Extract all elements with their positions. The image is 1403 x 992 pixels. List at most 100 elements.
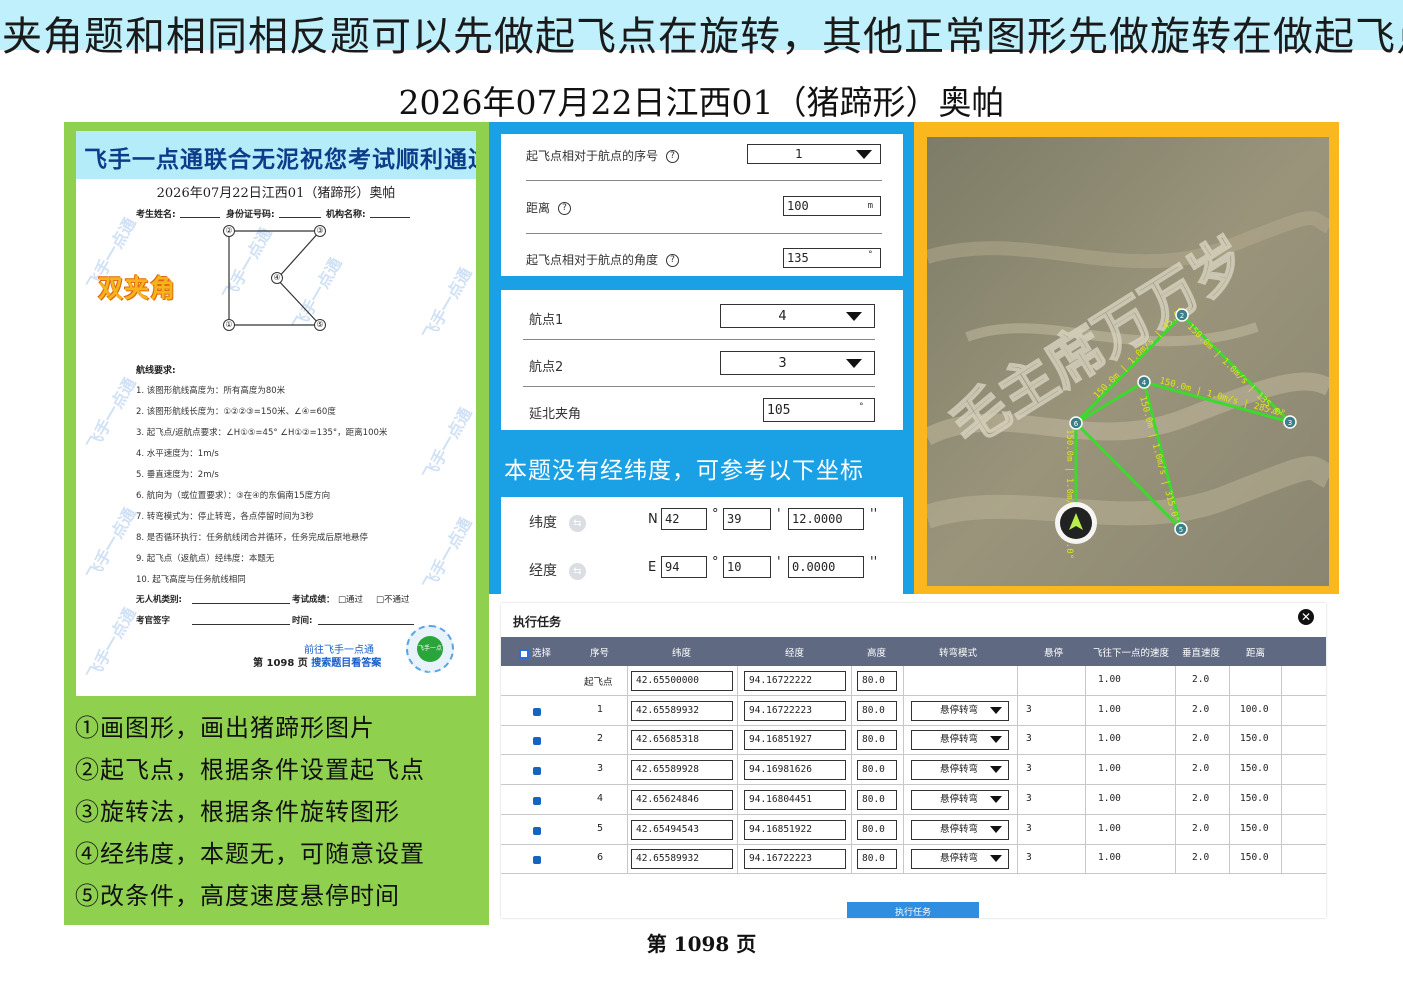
- checkbox-icon[interactable]: [519, 648, 529, 659]
- close-icon[interactable]: ✕: [1298, 609, 1314, 625]
- help-icon[interactable]: ?: [666, 150, 680, 163]
- longitude-input[interactable]: 94.16851927: [744, 730, 846, 751]
- altitude-input[interactable]: 80.0: [857, 760, 897, 781]
- row-select-checkbox[interactable]: [533, 707, 541, 716]
- latitude-input[interactable]: 42.65589928: [631, 760, 733, 781]
- vspeed-value[interactable]: 2.0: [1192, 733, 1209, 744]
- table-row[interactable]: 5 42.65494543 94.16851922 80.0 悬停转弯 3 1.00 2.0 1…: [501, 814, 1326, 845]
- lat-minutes-input[interactable]: 39: [723, 508, 771, 530]
- waypoint-marker[interactable]: 5: [1174, 522, 1188, 536]
- vspeed-value[interactable]: 2.0: [1192, 852, 1209, 863]
- point-1: ①: [223, 319, 235, 331]
- altitude-input[interactable]: 80.0: [857, 819, 897, 840]
- distance-value[interactable]: 100.0: [1240, 704, 1269, 715]
- hspeed-value[interactable]: 1.00: [1098, 733, 1121, 744]
- hspeed-value[interactable]: 1.00: [1098, 852, 1121, 863]
- hspeed-value[interactable]: 1.00: [1098, 704, 1121, 715]
- requirement-item: 4. 水平速度为：1m/s: [136, 449, 219, 459]
- vspeed-value[interactable]: 2.0: [1192, 704, 1209, 715]
- altitude-input[interactable]: 80.0: [857, 849, 897, 870]
- lon-minutes-input[interactable]: 10: [723, 556, 771, 578]
- waypoint2-select[interactable]: 3: [720, 351, 875, 375]
- lon-seconds-input[interactable]: 0.0000: [788, 556, 864, 578]
- lat-seconds-input[interactable]: 12.0000: [788, 508, 864, 530]
- table-row[interactable]: 起飞点 42.65500000 94.16722222 80.0 1.00 2.0: [501, 666, 1326, 696]
- altitude-input[interactable]: 80.0: [857, 789, 897, 810]
- waypoint-marker[interactable]: 6: [1069, 416, 1083, 430]
- table-row[interactable]: 3 42.65589928 94.16981626 80.0 悬停转弯 3 1.00 2.0 1…: [501, 755, 1326, 786]
- home-point-icon[interactable]: [1055, 502, 1097, 544]
- table-row[interactable]: 4 42.65624846 94.16804451 80.0 悬停转弯 3 1.00 2.0 1…: [501, 784, 1326, 815]
- distance-value[interactable]: 150.0: [1240, 733, 1269, 744]
- latitude-input[interactable]: 42.65500000: [631, 671, 733, 691]
- row-seq: 1: [597, 703, 604, 715]
- column-separator: [851, 695, 852, 726]
- turn-mode-select[interactable]: 悬停转弯: [911, 730, 1009, 751]
- row-select-checkbox[interactable]: [533, 767, 541, 776]
- hover-value[interactable]: 3: [1026, 793, 1032, 804]
- distance-input[interactable]: 100 m: [783, 196, 881, 216]
- lon-degrees-input[interactable]: 94: [661, 556, 707, 578]
- satellite-map[interactable]: 毛主席万万岁 150.0m | 1.0m/s | 45.0° 150.0m | …: [927, 137, 1329, 586]
- latitude-input[interactable]: 42.65624846: [631, 789, 733, 810]
- latitude-input[interactable]: 42.65589932: [631, 700, 733, 721]
- help-icon[interactable]: ?: [558, 202, 572, 215]
- table-row[interactable]: 6 42.65589932 94.16722223 80.0 悬停转弯 3 1.00 2.0 1…: [501, 844, 1326, 875]
- altitude-input[interactable]: 80.0: [857, 700, 897, 721]
- altitude-input[interactable]: 80.0: [857, 671, 897, 691]
- row-select-checkbox[interactable]: [533, 856, 541, 865]
- longitude-input[interactable]: 94.16722223: [744, 849, 846, 870]
- distance-value[interactable]: 150.0: [1240, 793, 1269, 804]
- waypoint1-select[interactable]: 4: [720, 304, 875, 328]
- hover-value[interactable]: 3: [1026, 704, 1032, 715]
- turn-mode-select[interactable]: 悬停转弯: [911, 789, 1009, 810]
- column-separator: [851, 725, 852, 756]
- turn-mode-select[interactable]: 悬停转弯: [911, 700, 1009, 721]
- vspeed-value[interactable]: 2.0: [1192, 793, 1209, 804]
- turn-mode-select[interactable]: 悬停转弯: [911, 819, 1009, 840]
- vspeed-value[interactable]: 2.0: [1192, 674, 1209, 685]
- vspeed-value[interactable]: 2.0: [1192, 763, 1209, 774]
- takeoff-seq-select[interactable]: 1: [747, 144, 881, 164]
- turn-mode-select[interactable]: 悬停转弯: [911, 760, 1009, 781]
- hspeed-value[interactable]: 1.00: [1098, 823, 1121, 834]
- table-row[interactable]: 2 42.65685318 94.16851927 80.0 悬停转弯 3 1.00 2.0 1…: [501, 725, 1326, 756]
- row-select-checkbox[interactable]: [533, 737, 541, 746]
- north-angle-input[interactable]: 105 °: [763, 398, 875, 422]
- distance-value[interactable]: 150.0: [1240, 763, 1269, 774]
- waypoint-marker[interactable]: 4: [1137, 375, 1151, 389]
- swap-icon[interactable]: ⇆: [569, 562, 586, 580]
- hspeed-value[interactable]: 1.00: [1098, 674, 1121, 685]
- execute-task-button[interactable]: 执行任务: [847, 902, 979, 918]
- waypoint-marker[interactable]: 2: [1175, 308, 1189, 322]
- table-row[interactable]: 1 42.65589932 94.16722223 80.0 悬停转弯 3 1.00 2.0 1…: [501, 695, 1326, 726]
- altitude-input[interactable]: 80.0: [857, 730, 897, 751]
- longitude-input[interactable]: 94.16981626: [744, 760, 846, 781]
- waypoint-marker[interactable]: 3: [1283, 415, 1297, 429]
- row-select-checkbox[interactable]: [533, 826, 541, 835]
- watermark: 飞手一点通: [419, 514, 476, 594]
- latitude-input[interactable]: 42.65589932: [631, 849, 733, 870]
- hover-value[interactable]: 3: [1026, 763, 1032, 774]
- distance-value[interactable]: 150.0: [1240, 823, 1269, 834]
- turn-mode-select[interactable]: 悬停转弯: [911, 849, 1009, 870]
- vspeed-value[interactable]: 2.0: [1192, 823, 1209, 834]
- longitude-input[interactable]: 94.16851922: [744, 819, 846, 840]
- row-select-checkbox[interactable]: [533, 796, 541, 805]
- hspeed-value[interactable]: 1.00: [1098, 793, 1121, 804]
- help-icon[interactable]: ?: [666, 254, 680, 267]
- longitude-input[interactable]: 94.16722222: [744, 671, 846, 691]
- latitude-input[interactable]: 42.65685318: [631, 730, 733, 751]
- latitude-input[interactable]: 42.65494543: [631, 819, 733, 840]
- hspeed-value[interactable]: 1.00: [1098, 763, 1121, 774]
- longitude-input[interactable]: 94.16722223: [744, 700, 846, 721]
- takeoff-angle-input[interactable]: 135 °: [783, 248, 881, 268]
- hover-value[interactable]: 3: [1026, 823, 1032, 834]
- swap-icon[interactable]: ⇆: [569, 514, 586, 532]
- header-select[interactable]: 选择: [519, 645, 551, 659]
- hover-value[interactable]: 3: [1026, 733, 1032, 744]
- hover-value[interactable]: 3: [1026, 852, 1032, 863]
- distance-value[interactable]: 150.0: [1240, 852, 1269, 863]
- longitude-input[interactable]: 94.16804451: [744, 789, 846, 810]
- lat-degrees-input[interactable]: 42: [661, 508, 707, 530]
